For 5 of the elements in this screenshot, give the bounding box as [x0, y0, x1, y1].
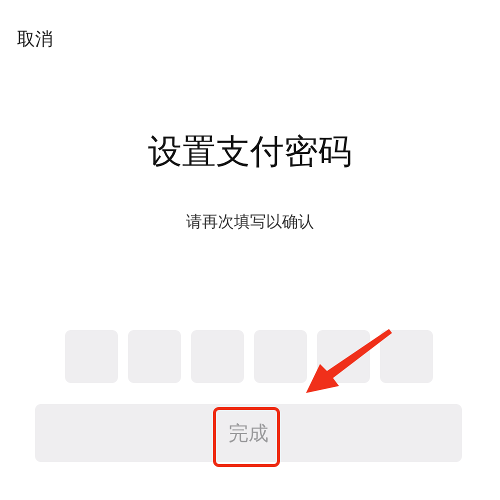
- pin-box[interactable]: [380, 330, 433, 383]
- page-title: 设置支付密码: [148, 131, 352, 173]
- highlight-box: [213, 407, 280, 467]
- cancel-link[interactable]: 取消: [17, 29, 53, 50]
- subtitle: 请再次填写以确认: [186, 211, 314, 233]
